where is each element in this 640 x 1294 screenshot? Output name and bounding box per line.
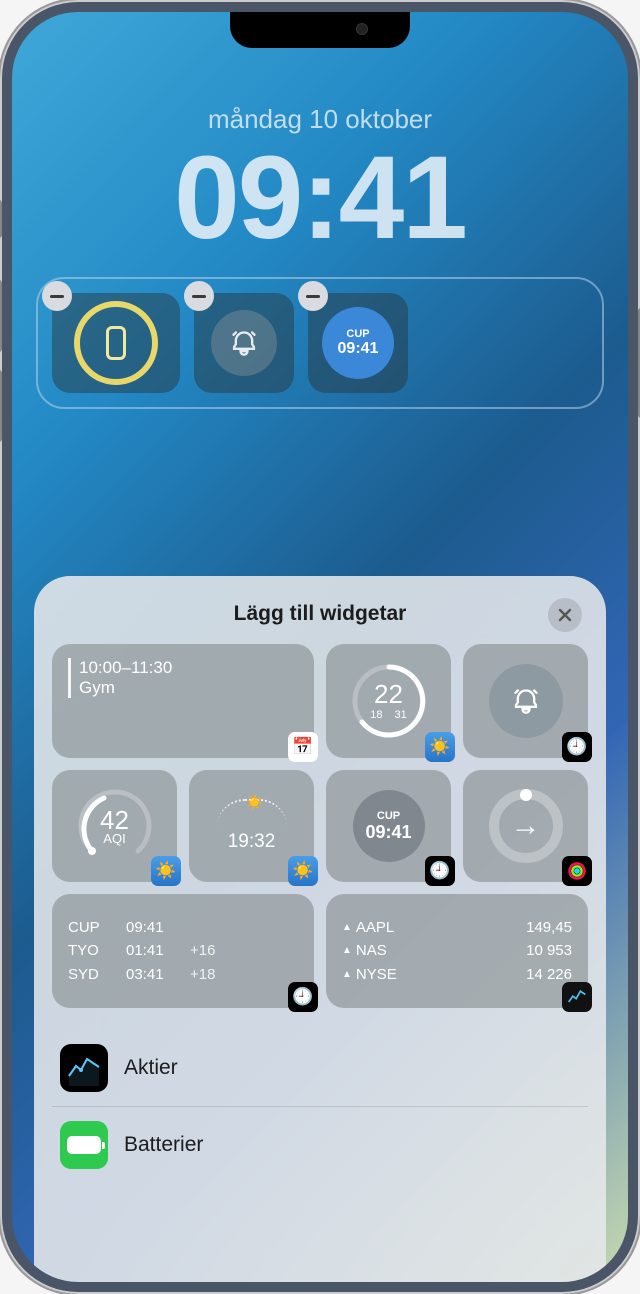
- alarm-icon: [230, 329, 258, 357]
- aqi-value: 42: [100, 807, 129, 833]
- volume-up: [0, 280, 2, 352]
- world-clock-city: CUP: [346, 328, 369, 340]
- lock-widget-world-clock[interactable]: CUP 09:41: [308, 293, 408, 393]
- world-clock-city: CUP: [377, 810, 400, 822]
- weather-app-icon: ☀️: [288, 856, 318, 886]
- sunset-time: 19:32: [228, 831, 276, 853]
- world-clock-time: 09:41: [338, 340, 379, 358]
- clock-app-icon: 🕘: [288, 982, 318, 1012]
- widget-world-clock-small[interactable]: CUP 09:41 🕘: [326, 770, 451, 882]
- weather-app-icon: ☀️: [425, 732, 455, 762]
- widget-weather-temperature[interactable]: 22 1831 ☀️: [326, 644, 451, 758]
- temperature-value: 22: [374, 681, 403, 707]
- event-time: 10:00–11:30: [79, 658, 298, 678]
- world-clock-row: SYD03:41+18: [68, 963, 298, 986]
- volume-down: [0, 370, 2, 442]
- widget-calendar[interactable]: 10:00–11:30 Gym 📅: [52, 644, 314, 758]
- lock-date[interactable]: måndag 10 oktober: [12, 104, 628, 135]
- widget-alarm[interactable]: 🕘: [463, 644, 588, 758]
- world-clock-row: TYO01:41+16: [68, 939, 298, 962]
- batteries-app-icon: [60, 1121, 108, 1169]
- alarm-icon: [512, 687, 540, 715]
- app-row-batteries[interactable]: Batterier: [52, 1107, 588, 1183]
- event-title: Gym: [79, 678, 298, 698]
- remove-widget-button[interactable]: [184, 281, 214, 311]
- sun-icon: ☀️: [246, 794, 263, 811]
- notch: [230, 12, 410, 48]
- app-name: Aktier: [124, 1056, 178, 1080]
- screen: måndag 10 oktober 09:41: [12, 12, 628, 1282]
- close-button[interactable]: [548, 598, 582, 632]
- lock-widget-strip[interactable]: CUP 09:41: [36, 277, 604, 409]
- app-name: Batterier: [124, 1133, 203, 1157]
- stocks-app-icon: [562, 982, 592, 1012]
- app-list: Aktier Batterier: [52, 1030, 588, 1183]
- world-clock-time: 09:41: [365, 822, 411, 843]
- mute-switch: [0, 200, 2, 238]
- aqi-label: AQI: [103, 831, 125, 846]
- lock-screen: måndag 10 oktober 09:41: [12, 12, 628, 409]
- close-icon: [558, 608, 572, 622]
- lock-time[interactable]: 09:41: [12, 139, 628, 257]
- activity-app-icon: [562, 856, 592, 886]
- remove-widget-button[interactable]: [298, 281, 328, 311]
- lock-widget-alarm[interactable]: [194, 293, 294, 393]
- weather-app-icon: ☀️: [151, 856, 181, 886]
- widget-activity[interactable]: →: [463, 770, 588, 882]
- phone-icon: [106, 326, 126, 360]
- widget-air-quality[interactable]: 42 AQI ☀️: [52, 770, 177, 882]
- phone-frame: måndag 10 oktober 09:41: [0, 0, 640, 1294]
- app-row-stocks[interactable]: Aktier: [52, 1030, 588, 1107]
- widget-sunset[interactable]: ☀️ 19:32 ☀️: [189, 770, 314, 882]
- remove-widget-button[interactable]: [42, 281, 72, 311]
- sheet-title: Lägg till widgetar: [234, 602, 407, 625]
- calendar-app-icon: 📅: [288, 732, 318, 762]
- stock-row: ▲NAS10 953: [342, 939, 572, 962]
- widget-suggestions-grid: 10:00–11:30 Gym 📅 22 1831 ☀️: [52, 644, 588, 1008]
- world-clock-row: CUP09:41: [68, 916, 298, 939]
- lock-widget-battery[interactable]: [52, 293, 180, 393]
- stock-row: ▲AAPL149,45: [342, 916, 572, 939]
- clock-app-icon: 🕘: [425, 856, 455, 886]
- battery-ring-icon: [74, 301, 158, 385]
- stock-row: ▲NYSE14 226: [342, 963, 572, 986]
- stocks-app-icon: [60, 1044, 108, 1092]
- widget-stocks[interactable]: ▲AAPL149,45▲NAS10 953▲NYSE14 226: [326, 894, 588, 1008]
- widget-world-clock-list[interactable]: CUP09:41TYO01:41+16SYD03:41+18 🕘: [52, 894, 314, 1008]
- clock-app-icon: 🕘: [562, 732, 592, 762]
- arrow-right-icon: →: [487, 787, 565, 865]
- add-widgets-sheet: Lägg till widgetar 10:00–11:30 Gym 📅: [34, 576, 606, 1282]
